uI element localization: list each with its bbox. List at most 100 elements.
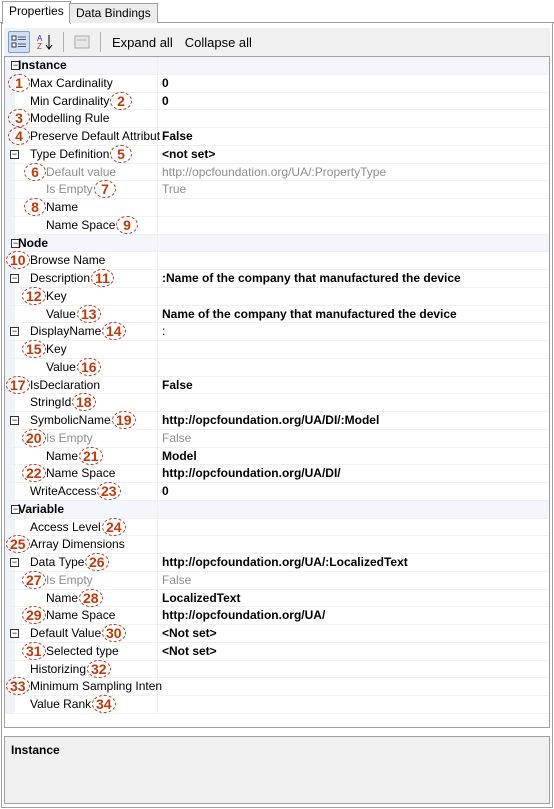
property-value[interactable]: [158, 678, 549, 695]
property-value[interactable]: False: [158, 572, 549, 589]
property-value[interactable]: http://opcfoundation.org/UA/DI/: [158, 465, 549, 482]
collapse-all-button[interactable]: Collapse all: [181, 35, 256, 50]
property-value[interactable]: [158, 199, 549, 216]
annotation-marker: 24: [102, 517, 126, 536]
category-row[interactable]: − Variable: [5, 500, 549, 519]
property-row[interactable]: − Default Value 30 <Not set>: [5, 624, 549, 643]
row-gutter: [5, 642, 15, 660]
property-row[interactable]: IsDeclaration 17 False: [5, 375, 549, 395]
property-label: SymbolicName: [30, 413, 111, 427]
property-name-cell: Array Dimensions 25: [6, 535, 158, 554]
property-row[interactable]: Name Space 29 http://opcfoundation.org/UA/: [5, 606, 549, 625]
property-value[interactable]: True: [158, 181, 549, 198]
property-name-cell: Is Empty 7: [15, 180, 158, 199]
property-row[interactable]: − Description 11:Name of the company that …: [5, 269, 549, 288]
property-value[interactable]: [158, 252, 549, 269]
collapse-toggle-icon[interactable]: −: [10, 149, 19, 159]
property-row[interactable]: Value Rank 34: [5, 695, 549, 714]
row-gutter: [5, 589, 15, 607]
property-value[interactable]: [158, 217, 549, 234]
property-row[interactable]: Name 8: [5, 198, 549, 217]
property-row[interactable]: Selected type 31 <Not set>: [5, 641, 549, 661]
property-value[interactable]: Model: [158, 448, 549, 465]
property-value[interactable]: 0: [158, 75, 549, 92]
property-value[interactable]: :: [158, 323, 549, 340]
categorized-icon[interactable]: [8, 31, 30, 53]
property-label: IsDeclaration: [30, 377, 101, 392]
property-value[interactable]: LocalizedText: [158, 590, 549, 607]
property-value[interactable]: http://opcfoundation.org/UA/:LocalizedTe…: [158, 554, 549, 571]
property-value[interactable]: False: [158, 377, 549, 394]
collapse-toggle-icon[interactable]: −: [10, 327, 19, 337]
property-value[interactable]: [158, 394, 549, 411]
property-row[interactable]: Name 28 LocalizedText: [5, 588, 549, 608]
expand-all-button[interactable]: Expand all: [108, 35, 177, 50]
property-row[interactable]: Name Space 9: [5, 215, 549, 235]
annotation-marker: 10: [6, 251, 30, 270]
toolbar-separator: [63, 32, 64, 52]
property-value[interactable]: <Not set>: [158, 625, 549, 642]
collapse-toggle-icon[interactable]: −: [10, 629, 19, 638]
property-value[interactable]: Name of the company that manufactured th…: [158, 306, 549, 323]
property-row[interactable]: Minimum Sampling Inten 33: [5, 677, 549, 696]
property-value[interactable]: http://opcfoundation.org/UA/DI/:Model: [158, 412, 549, 429]
property-row[interactable]: Is Empty 20 False: [5, 428, 549, 448]
property-row[interactable]: Modelling Rule 3: [5, 109, 549, 128]
property-value[interactable]: [158, 288, 549, 305]
collapse-toggle-icon[interactable]: −: [10, 274, 19, 283]
property-name-cell: Name 8: [15, 198, 158, 216]
collapse-toggle-icon[interactable]: −: [10, 558, 19, 567]
property-row[interactable]: − DisplayName 14:: [5, 322, 549, 341]
property-value[interactable]: http://opcfoundation.org/UA/:PropertyTyp…: [158, 164, 549, 181]
property-row[interactable]: Historizing 32: [5, 659, 549, 679]
property-row[interactable]: Name 21 Model: [5, 446, 549, 466]
property-value[interactable]: [158, 661, 549, 678]
property-value[interactable]: 0: [158, 483, 549, 500]
row-gutter: [5, 358, 15, 376]
category-row[interactable]: − Node: [5, 234, 549, 253]
sort-alphabetical-icon[interactable]: AZ: [34, 31, 56, 53]
property-value[interactable]: http://opcfoundation.org/UA/: [158, 607, 549, 624]
property-value[interactable]: <Not set>: [158, 643, 549, 660]
row-gutter: [5, 429, 15, 447]
property-row[interactable]: Access Level 24: [5, 517, 549, 537]
tab-data-bindings[interactable]: Data Bindings: [69, 3, 158, 23]
property-value[interactable]: False: [158, 128, 549, 145]
property-row[interactable]: − Type Definition 5 <not set>: [5, 144, 549, 164]
property-name-cell: Name Space 9: [15, 215, 158, 234]
property-value[interactable]: [158, 519, 549, 536]
property-value[interactable]: [158, 536, 549, 553]
property-row[interactable]: StringId 18: [5, 393, 549, 412]
property-row[interactable]: Array Dimensions 25: [5, 535, 549, 554]
property-row[interactable]: WriteAccess 23 0: [5, 482, 549, 501]
property-value[interactable]: [158, 341, 549, 358]
property-value[interactable]: 0: [158, 93, 549, 110]
property-row[interactable]: Value 16: [5, 357, 549, 377]
tab-properties[interactable]: Properties: [2, 1, 71, 24]
property-row[interactable]: Preserve Default Attribut 4 False: [5, 127, 549, 146]
property-value[interactable]: :Name of the company that manufactured t…: [158, 270, 549, 287]
property-row[interactable]: Value 13 Name of the company that manufact…: [5, 304, 549, 324]
property-row[interactable]: − Data Type 26 http://opcfoundation.org/UA/…: [5, 553, 549, 572]
property-row[interactable]: Is Empty 7 True: [5, 180, 549, 199]
annotation-marker: 8: [24, 198, 46, 216]
collapse-toggle-icon[interactable]: −: [10, 416, 19, 425]
property-row[interactable]: Key 15: [5, 340, 549, 359]
property-value[interactable]: [158, 110, 549, 127]
property-value[interactable]: <not set>: [158, 146, 549, 163]
property-value[interactable]: [158, 359, 549, 376]
property-row[interactable]: Browse Name 10: [5, 251, 549, 270]
property-row[interactable]: − SymbolicName 19 http://opcfoundation.org/…: [5, 411, 549, 430]
row-gutter: [5, 607, 15, 624]
property-row[interactable]: Key 12: [5, 286, 549, 306]
property-value[interactable]: [158, 696, 549, 713]
category-row[interactable]: − Instance: [5, 57, 549, 75]
row-gutter: [5, 305, 15, 323]
property-row[interactable]: Min Cardinality 2 0: [5, 91, 549, 111]
property-row[interactable]: Is Empty 27 False: [5, 570, 549, 590]
property-row[interactable]: Default value 6 http://opcfoundation.org/U…: [5, 162, 549, 182]
property-row[interactable]: Max Cardinality 1 0: [5, 73, 549, 93]
property-row[interactable]: Name Space 22 http://opcfoundation.org/UA/…: [5, 464, 549, 483]
property-pages-icon[interactable]: [71, 31, 93, 53]
property-value[interactable]: False: [158, 430, 549, 447]
